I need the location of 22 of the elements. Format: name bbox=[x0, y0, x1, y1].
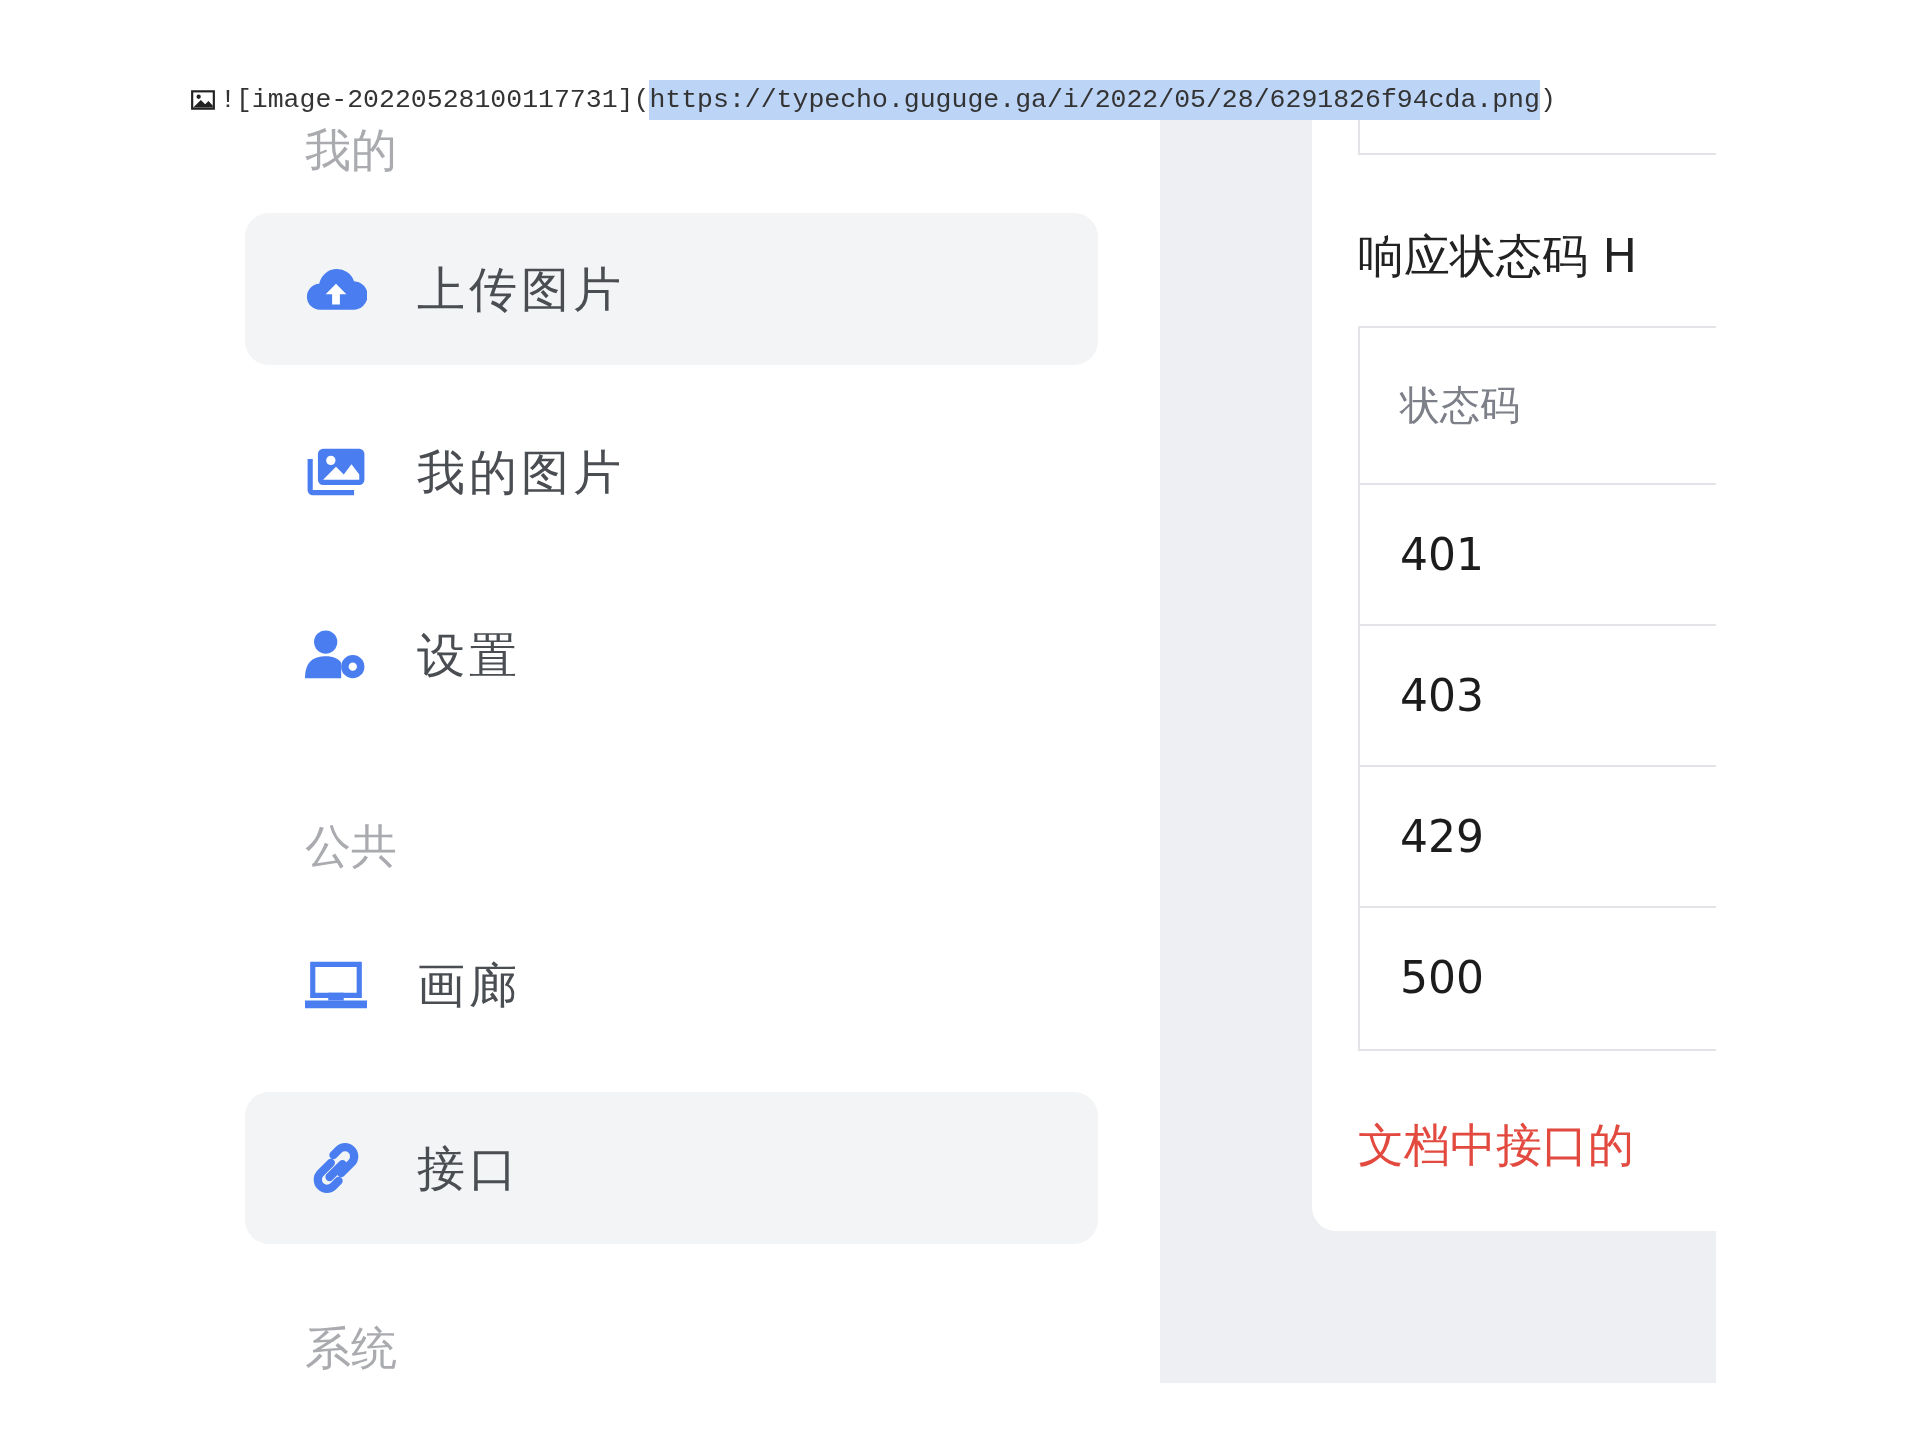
note-text: 文档中接口的 bbox=[1358, 1117, 1635, 1174]
images-icon bbox=[305, 446, 367, 498]
sidebar-item[interactable]: 我的图片 bbox=[245, 396, 1098, 548]
user-gear-icon bbox=[305, 629, 367, 681]
sidebar-item[interactable]: 设置 bbox=[245, 579, 1098, 731]
sidebar-item[interactable]: 上传图片 bbox=[245, 213, 1098, 365]
monitor-icon bbox=[305, 959, 367, 1011]
table-cell: 429 bbox=[1360, 767, 1716, 908]
table-cell: 403 bbox=[1360, 626, 1716, 767]
markdown-text: ![image-20220528100117731]( bbox=[220, 84, 650, 117]
url-text: https://typecho.guguge.ga/i/2022/05/28/6291826f94cda.png bbox=[649, 80, 1540, 120]
section-title: 我的 bbox=[304, 122, 398, 179]
sidebar-item[interactable]: 接口 bbox=[245, 1092, 1098, 1244]
table-cell: 401 bbox=[1360, 485, 1716, 626]
markdown-text: ) bbox=[1539, 84, 1556, 117]
table-header: 状态码 bbox=[1360, 328, 1716, 485]
table-cell-text: 500 bbox=[1399, 951, 1485, 1005]
image-icon bbox=[190, 89, 216, 111]
section-title: 公共 bbox=[304, 818, 398, 875]
section-title: 系统 bbox=[304, 1320, 398, 1376]
sidebar-item[interactable]: 画廊 bbox=[245, 909, 1098, 1061]
section-heading: 响应状态码 H bbox=[1358, 228, 1639, 285]
